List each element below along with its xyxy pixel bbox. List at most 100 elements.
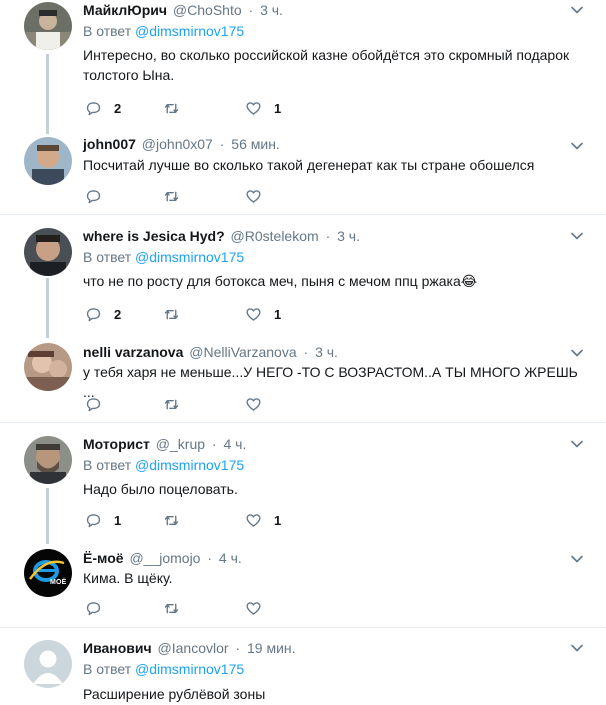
avatar[interactable] [24,228,72,276]
separator-dot: · [325,228,331,244]
thread-divider [0,214,606,215]
tweet[interactable]: where is Jesica Hyd? @R0stelekom · 3 ч. … [0,226,606,336]
heart-icon [246,189,261,203]
tweet[interactable]: john007 @john0x07 · 56 мин. Посчитай луч… [0,134,606,214]
heart-icon [246,101,261,115]
reply-button[interactable] [85,394,114,414]
reply-icon [86,307,101,321]
like-button[interactable] [245,394,274,414]
like-button[interactable] [245,186,274,206]
mention-link[interactable]: @dimsmirnov175 [135,23,244,39]
avatar[interactable] [24,343,72,391]
like-button[interactable]: 1 [245,98,281,118]
heart-icon [246,513,261,527]
timestamp[interactable]: 3 ч. [337,228,360,244]
chevron-down-icon [571,440,583,448]
tweet-menu-button[interactable] [570,229,584,243]
author-name[interactable]: Иванович [83,640,152,656]
reply-button[interactable]: 1 [85,510,121,530]
author-name[interactable]: where is Jesica Hyd? [83,228,225,244]
like-count: 1 [274,100,282,116]
mention-link[interactable]: @dimsmirnov175 [135,249,244,265]
heart-icon [246,601,261,615]
retweet-button[interactable] [163,304,192,324]
like-count: 1 [274,306,282,322]
avatar[interactable] [24,2,72,50]
tweet-menu-button[interactable] [570,437,584,451]
tweet-text: что не по росту для ботокса меч, пыня с … [83,273,478,289]
reply-icon [86,189,101,203]
author-name[interactable]: Ё-моё [83,550,124,566]
tweet-actions [83,186,343,206]
tweet[interactable]: Иванович @Iancovlor · 19 мин. В ответ @d… [0,638,606,705]
tweet-menu-button[interactable] [570,139,584,153]
retweet-button[interactable] [163,394,192,414]
retweet-icon [164,399,179,409]
reply-button[interactable] [85,186,114,206]
author-name[interactable]: nelli varzanova [83,344,183,360]
reply-context: В ответ @dimsmirnov175 [83,22,244,40]
avatar[interactable] [24,436,72,484]
timestamp[interactable]: 4 ч. [223,436,246,452]
tweet[interactable]: nelli varzanova @NelliVarzanova · 3 ч. у… [0,342,606,420]
author-handle[interactable]: @john0x07 [142,136,213,152]
timestamp[interactable]: 3 ч. [315,344,338,360]
tweet-menu-button[interactable] [570,641,584,655]
tweet-menu-button[interactable] [570,552,584,566]
tweet-actions [83,598,343,618]
chevron-down-icon [571,142,583,150]
avatar[interactable]: МОЁ [24,549,72,597]
reply-button[interactable]: 2 [85,304,121,324]
heart-icon [246,307,261,321]
retweet-icon [164,515,179,525]
author-handle[interactable]: @ChoShto [173,2,242,18]
avatar-logo-text: МОЁ [50,579,67,586]
avatar[interactable] [24,137,72,185]
author-handle[interactable]: @NelliVarzanova [189,344,296,360]
reply-context: В ответ @dimsmirnov175 [83,248,244,266]
thread-divider [0,627,606,628]
tweet-menu-button[interactable] [570,3,584,17]
author-name[interactable]: john007 [83,136,136,152]
reply-icon [86,101,101,115]
tweet[interactable]: МайклЮрич @ChoShto · 3 ч. В ответ @dimsm… [0,0,606,125]
author-name[interactable]: МайклЮрич [83,2,167,18]
reply-button[interactable]: 2 [85,98,121,118]
author-handle[interactable]: @_krup [156,436,205,452]
timestamp[interactable]: 3 ч. [260,2,283,18]
retweet-button[interactable] [163,98,192,118]
mention-link[interactable]: @dimsmirnov175 [135,661,244,677]
retweet-icon [164,191,179,201]
reply-button[interactable] [85,598,114,618]
author-handle[interactable]: @Iancovlor [158,640,229,656]
timestamp[interactable]: 4 ч. [219,550,242,566]
author-handle[interactable]: @R0stelekom [231,228,319,244]
tweet-text: Надо было поцеловать. [83,481,238,497]
author-handle[interactable]: @__jomojo [129,550,200,566]
timestamp[interactable]: 56 мин. [231,136,280,152]
tweet-actions: 1 1 [83,510,343,530]
tweet[interactable]: Моторист @_krup · 4 ч. В ответ @dimsmirn… [0,434,606,534]
like-button[interactable] [245,598,274,618]
like-button[interactable]: 1 [245,510,281,530]
like-button[interactable]: 1 [245,304,281,324]
author-name[interactable]: Моторист [83,436,150,452]
separator-dot: · [248,2,254,18]
tweet[interactable]: МОЁ Ё-моё @__jomojo · 4 ч. Кима. В щёку. [0,548,606,622]
reply-icon [86,601,101,615]
tweet-actions [83,394,343,414]
separator-dot: · [303,344,309,360]
retweet-button[interactable] [163,598,192,618]
reply-icon [86,513,101,527]
tweet-menu-button[interactable] [570,346,584,360]
retweet-button[interactable] [163,510,192,530]
avatar[interactable] [24,640,72,688]
retweet-icon [164,309,179,319]
retweet-button[interactable] [163,186,192,206]
reply-icon [86,397,101,411]
tweet-actions: 2 1 [83,304,343,324]
mention-link[interactable]: @dimsmirnov175 [135,457,244,473]
reply-to-prefix: В ответ [83,661,132,677]
chevron-down-icon [571,6,583,14]
timestamp[interactable]: 19 мин. [247,640,296,656]
